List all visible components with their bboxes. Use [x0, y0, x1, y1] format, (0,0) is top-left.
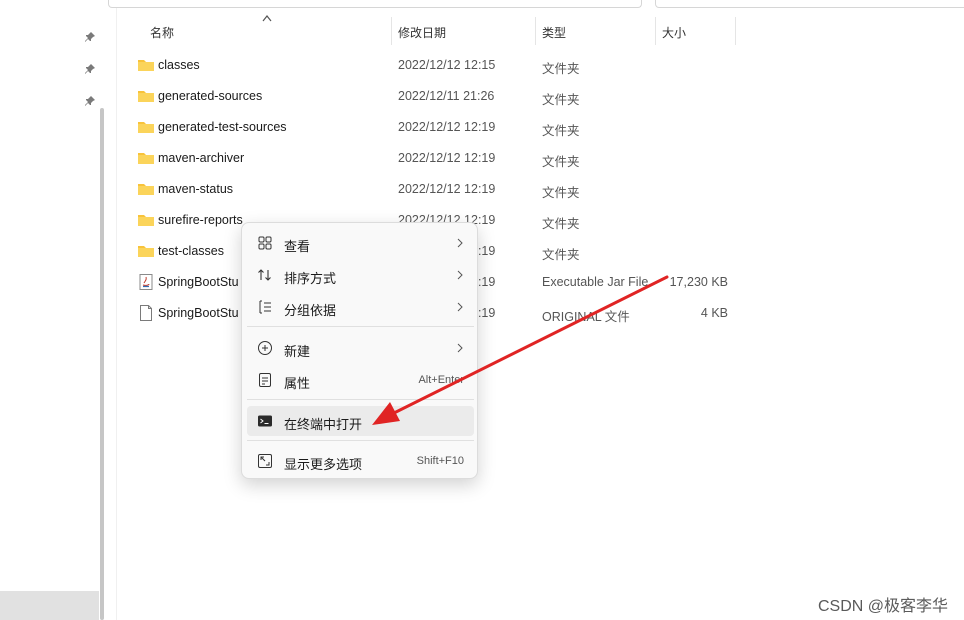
column-divider[interactable]	[735, 17, 736, 45]
chevron-right-icon	[457, 270, 463, 280]
file-name: classes	[158, 58, 200, 72]
column-divider[interactable]	[391, 17, 392, 45]
file-row[interactable]: maven-archiver 2022/12/12 12:19 文件夹	[130, 143, 740, 174]
menu-item-open-terminal[interactable]: 在终端中打开	[247, 406, 474, 436]
file-name: generated-sources	[158, 89, 263, 103]
column-header-type[interactable]: 类型	[542, 24, 566, 41]
grid-view-icon	[258, 236, 272, 250]
menu-separator	[247, 399, 474, 400]
file-date: 2022/12/11 21:26	[398, 89, 495, 103]
folder-icon	[138, 60, 154, 71]
file-name: maven-archiver	[158, 151, 245, 165]
file-type: 文件夹	[542, 93, 580, 107]
folder-icon	[138, 91, 154, 102]
menu-item-more-options[interactable]: 显示更多选项 Shift+F10	[247, 446, 474, 476]
jar-file-icon	[139, 274, 153, 290]
file-size: 4 KB	[700, 306, 728, 320]
file-type: 文件夹	[542, 124, 580, 138]
menu-item-group[interactable]: 分组依据	[247, 292, 474, 322]
file-row[interactable]: maven-status 2022/12/12 12:19 文件夹	[130, 174, 740, 205]
pin-icon[interactable]	[84, 95, 96, 107]
file-date: 2022/12/12 12:19	[398, 120, 496, 134]
file-name: test-classes	[158, 244, 224, 258]
context-menu: 查看 排序方式 分组依据 新建 属性 Alt+Enter 在终端中打开 显示更多…	[241, 222, 478, 479]
menu-separator	[247, 326, 474, 327]
plus-circle-icon	[258, 341, 272, 355]
menu-item-label: 属性	[284, 376, 311, 391]
column-header-size[interactable]: 大小	[662, 24, 686, 41]
menu-item-label: 分组依据	[284, 303, 337, 318]
file-type: 文件夹	[542, 155, 580, 169]
sort-icon	[258, 269, 271, 281]
folder-icon	[138, 246, 154, 257]
file-row[interactable]: generated-sources 2022/12/11 21:26 文件夹	[130, 81, 740, 112]
chevron-right-icon	[457, 343, 463, 353]
folder-icon	[138, 184, 154, 195]
file-name: surefire-reports	[158, 213, 243, 227]
file-name: maven-status	[158, 182, 234, 196]
file-type: 文件夹	[542, 62, 580, 76]
menu-item-sort[interactable]: 排序方式	[247, 260, 474, 290]
nav-selected-item[interactable]	[0, 591, 99, 620]
folder-icon	[138, 122, 154, 133]
file-type: 文件夹	[542, 248, 580, 262]
pin-icon[interactable]	[84, 63, 96, 75]
group-list-icon	[259, 300, 271, 314]
expand-icon	[258, 454, 272, 468]
file-date: 2022/12/12 12:19	[398, 182, 496, 196]
file-size: 17,230 KB	[669, 275, 728, 289]
file-type: Executable Jar File	[542, 275, 649, 289]
menu-item-label: 查看	[284, 239, 311, 254]
shortcut-label: Shift+F10	[416, 455, 464, 467]
nav-scrollbar[interactable]	[100, 108, 104, 620]
shortcut-label: Alt+Enter	[418, 374, 464, 386]
pane-divider[interactable]	[116, 8, 117, 620]
watermark: CSDN @极客李华	[817, 598, 948, 615]
file-name: generated-test-sources	[158, 120, 287, 134]
file-row[interactable]: generated-test-sources 2022/12/12 12:19 …	[130, 112, 740, 143]
folder-icon	[138, 153, 154, 164]
search-box[interactable]	[655, 0, 964, 8]
file-row[interactable]: classes 2022/12/12 12:15 文件夹	[130, 50, 740, 81]
chevron-right-icon	[457, 238, 463, 248]
sort-ascending-icon	[262, 15, 272, 22]
file-name: SpringBootStu	[158, 275, 239, 289]
properties-icon	[259, 373, 271, 387]
menu-item-label: 显示更多选项	[284, 457, 363, 472]
column-divider[interactable]	[535, 17, 536, 45]
address-bar[interactable]	[108, 0, 642, 8]
column-divider[interactable]	[655, 17, 656, 45]
pin-icon[interactable]	[84, 31, 96, 43]
file-type: 文件夹	[542, 186, 580, 200]
menu-item-new[interactable]: 新建	[247, 333, 474, 363]
menu-item-label: 在终端中打开	[284, 417, 363, 432]
folder-icon	[138, 215, 154, 226]
menu-item-label: 新建	[284, 344, 311, 359]
file-date: 2022/12/12 12:15	[398, 58, 496, 72]
menu-item-label: 排序方式	[284, 271, 337, 286]
file-type: ORIGINAL 文件	[542, 310, 630, 324]
menu-separator	[247, 440, 474, 441]
file-type: 文件夹	[542, 217, 580, 231]
chevron-right-icon	[457, 302, 463, 312]
navigation-pane	[0, 0, 104, 620]
menu-item-properties[interactable]: 属性 Alt+Enter	[247, 365, 474, 395]
column-header-date[interactable]: 修改日期	[398, 24, 446, 41]
file-name: SpringBootStu	[158, 306, 239, 320]
file-icon	[140, 305, 152, 321]
terminal-icon	[258, 415, 272, 427]
menu-item-view[interactable]: 查看	[247, 228, 474, 258]
file-date: 2022/12/12 12:19	[398, 151, 496, 165]
column-header-name[interactable]: 名称	[150, 24, 174, 41]
